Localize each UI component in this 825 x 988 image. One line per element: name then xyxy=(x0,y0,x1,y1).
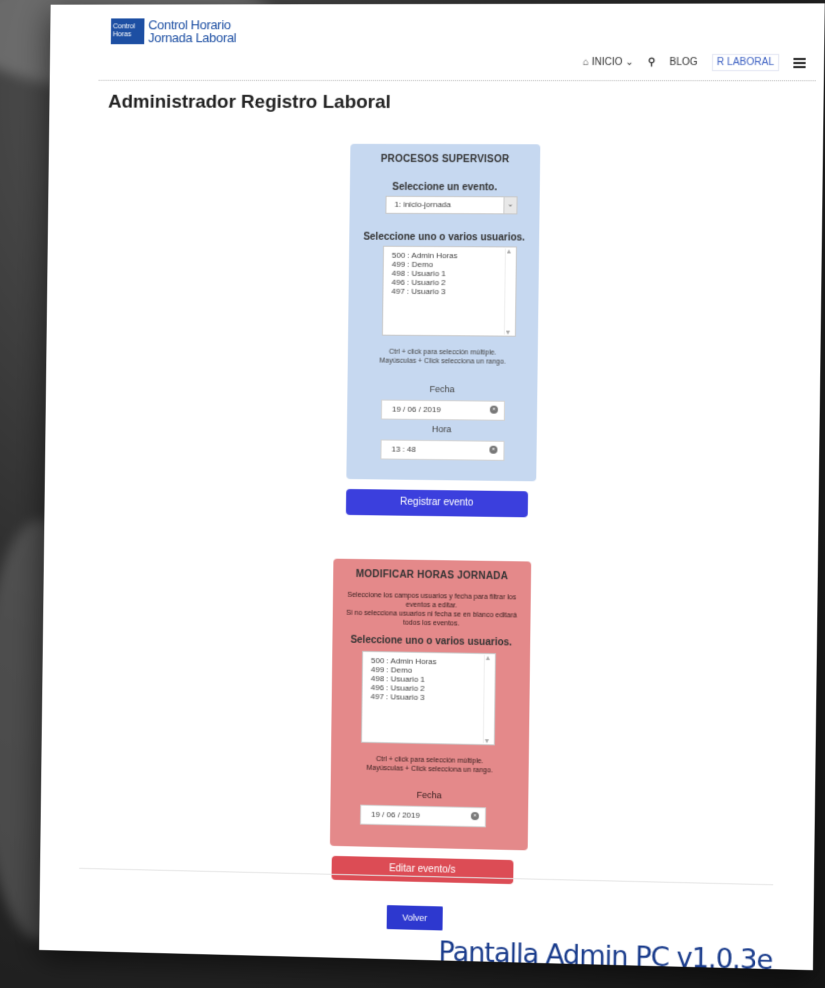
time-input[interactable]: 13 : 48 × xyxy=(380,439,504,460)
hamburger-icon[interactable] xyxy=(793,57,805,67)
logo-icon-text: Control xyxy=(113,23,144,31)
chevron-down-icon: ⌄ xyxy=(503,197,516,213)
search-icon[interactable]: ⚲ xyxy=(648,57,656,68)
date-input[interactable]: 19 / 06 / 2019 × xyxy=(360,805,486,828)
divider xyxy=(99,80,816,81)
version-caption: Pantalla Admin PC v1.0.3e xyxy=(438,936,772,976)
logo-text: Control Horario Jornada Laboral xyxy=(148,18,236,44)
supervisor-users-listbox[interactable]: 500 : Admin Horas 499 : Demo 498 : Usuar… xyxy=(382,246,517,337)
selection-hint: Ctrl + click para selección múltiple. Ma… xyxy=(358,347,528,366)
users-label: Seleccione uno o varios usuarios. xyxy=(332,634,530,648)
date-input-value: 19 / 06 / 2019 xyxy=(371,810,420,820)
date-input-value: 19 / 06 / 2019 xyxy=(392,405,441,414)
event-label: Seleccione un evento. xyxy=(350,182,540,194)
intro-line: Si no selecciona usuarios ni fecha se en… xyxy=(339,609,525,630)
date-label: Fecha xyxy=(331,788,529,802)
back-button[interactable]: Volver xyxy=(387,905,443,930)
nav-inicio-label: INICIO xyxy=(592,57,623,68)
event-select[interactable]: 1: inicio-jornada ⌄ xyxy=(385,196,517,215)
clear-icon[interactable]: × xyxy=(489,446,497,454)
chevron-down-icon: ⌄ xyxy=(625,57,634,68)
date-label: Fecha xyxy=(347,383,537,395)
time-label: Hora xyxy=(347,423,537,435)
modify-hours-panel: MODIFICAR HORAS JORNADA Seleccione los c… xyxy=(330,559,531,851)
selection-hint: Ctrl + click para selección múltiple. Ma… xyxy=(341,754,519,776)
register-event-button[interactable]: Registrar evento xyxy=(346,489,528,517)
main-nav: ⌂ INICIO ⌄ ⚲ BLOG R LABORAL xyxy=(583,54,806,71)
date-input[interactable]: 19 / 06 / 2019 × xyxy=(381,400,505,421)
browser-page: Control Horas Control Horario Jornada La… xyxy=(39,3,825,970)
supervisor-panel: PROCESOS SUPERVISOR Seleccione un evento… xyxy=(346,144,540,481)
edit-events-button[interactable]: Editar evento/s xyxy=(332,856,514,884)
modify-title: MODIFICAR HORAS JORNADA xyxy=(333,569,531,583)
nav-inicio[interactable]: ⌂ INICIO ⌄ xyxy=(583,57,634,68)
event-select-value: 1: inicio-jornada xyxy=(394,200,450,209)
home-icon: ⌂ xyxy=(583,57,589,68)
nav-blog[interactable]: BLOG xyxy=(669,57,697,68)
users-label: Seleccione uno o varios usuarios. xyxy=(349,232,539,244)
clear-icon[interactable]: × xyxy=(490,406,498,414)
site-logo[interactable]: Control Horas Control Horario Jornada La… xyxy=(111,18,237,44)
modify-users-listbox[interactable]: 500 : Admin Horas 499 : Demo 498 : Usuar… xyxy=(361,651,496,745)
logo-line-2: Jornada Laboral xyxy=(148,31,236,44)
time-input-value: 13 : 48 xyxy=(391,445,416,454)
clear-icon[interactable]: × xyxy=(471,812,479,820)
logo-icon: Control Horas xyxy=(111,18,145,44)
modify-intro: Seleccione los campos usuarios y fecha p… xyxy=(339,591,525,630)
hint-line: Mayúsculas + Click selecciona un rango. xyxy=(358,356,528,366)
supervisor-title: PROCESOS SUPERVISOR xyxy=(350,154,540,166)
nav-r-laboral[interactable]: R LABORAL xyxy=(712,54,779,71)
logo-icon-text: Horas xyxy=(113,31,144,39)
header: Control Horas Control Horario Jornada La… xyxy=(50,3,825,76)
page-title: Administrador Registro Laboral xyxy=(108,92,391,114)
list-item[interactable]: 497 : Usuario 3 xyxy=(391,287,507,297)
listbox-scrollbar[interactable] xyxy=(483,655,494,743)
listbox-scrollbar[interactable] xyxy=(504,248,515,334)
list-item[interactable]: 497 : Usuario 3 xyxy=(370,692,486,703)
